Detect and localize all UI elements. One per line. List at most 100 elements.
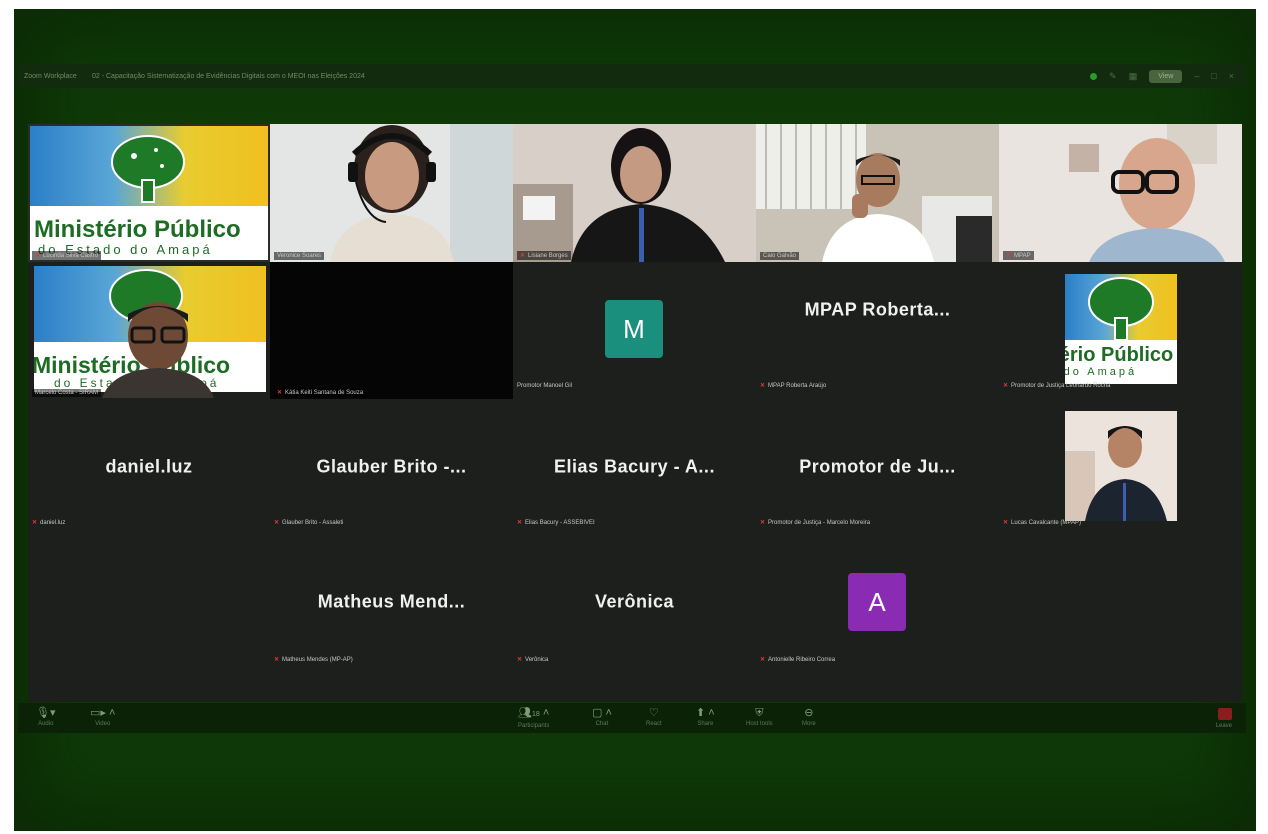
participant-name-label: Veronice Soares [274, 252, 325, 260]
participant-tile-16[interactable]: Matheus Mend... ✕ Matheus Mendes (MP-AP) [270, 536, 513, 673]
participant-display-name: Matheus Mend... [317, 591, 466, 612]
grid-icon[interactable]: ▦ [1129, 71, 1138, 82]
chat-icon: ▢ ˄ [592, 707, 612, 719]
muted-mic-icon: ✕ [274, 657, 280, 663]
participants-icon: 👥︎18 ˄ [518, 707, 550, 719]
microphone-icon: 🎙︎▾ [36, 707, 56, 719]
participant-avatar: M [605, 300, 663, 358]
share-screen-icon: ⬆ ˄ [696, 707, 715, 719]
muted-mic-icon: ✕ [32, 520, 38, 526]
close-icon[interactable]: × [1229, 71, 1234, 81]
participant-tile-13[interactable]: Elias Bacury - A... ✕ Elias Bacury - ASSE… [513, 399, 756, 536]
participant-name-label: ✕ Matheus Mendes (MP-AP) [274, 657, 353, 663]
muted-mic-icon: ✕ [760, 383, 766, 389]
host-tools-button[interactable]: ⛨ Host tools [746, 707, 773, 727]
participant-video [513, 124, 756, 262]
participant-tile-15[interactable]: ✕ Lucas Cavalcante (MPAP) [999, 399, 1242, 536]
leave-label: Leave [1215, 723, 1232, 729]
chat-button[interactable]: ▢ ˄ Chat [592, 707, 612, 727]
participant-tile-5[interactable]: ✕ MPAP [999, 124, 1242, 262]
participant-display-name: daniel.luz [105, 456, 193, 477]
participant-video [1065, 411, 1177, 521]
participant-display-name: Verônica [594, 591, 675, 612]
view-button[interactable]: View [1149, 69, 1183, 83]
participant-name-label: Promotor Manoel Gil [517, 383, 573, 389]
participant-name-label: ✕ Antonielle Ribeiro Correa [760, 657, 836, 663]
ministerio-publico-logo: Ministério Público do Estado do Amapá [1065, 274, 1177, 384]
minimize-icon[interactable]: – [1194, 71, 1199, 81]
more-button[interactable]: ⊖ More [802, 707, 816, 727]
participant-name-label: ✕ Lucas Cavalcante (MPAP) [1003, 520, 1081, 526]
participant-tile-18[interactable]: A ✕ Antonielle Ribeiro Correa [756, 536, 999, 673]
share-button[interactable]: ⬆ ˄ Share [696, 707, 715, 727]
participants-button[interactable]: 👥︎18 ˄ Participants [518, 707, 549, 729]
zoom-title-bar: Zoom Workplace 02 - Capacitação Sistemat… [18, 64, 1246, 88]
participant-name-label: ✕ Lucinda Silva Castro [32, 251, 102, 260]
maximize-icon[interactable]: □ [1211, 71, 1216, 81]
pin-icon[interactable]: ✎ [1109, 71, 1117, 82]
muted-mic-icon: ✕ [274, 520, 280, 526]
participant-name-label: ✕ Verônica [517, 657, 549, 663]
participant-tile-17[interactable]: Verônica ✕ Verônica [513, 536, 756, 673]
muted-mic-icon: ✕ [35, 253, 41, 259]
participant-name-label: ✕ Lisiane Borges [517, 251, 571, 260]
participant-name-label: ✕ MPAP [1003, 251, 1034, 260]
participant-name-label: ✕ Kátia Keiti Santana de Souza [274, 388, 367, 397]
participant-display-name: MPAP Roberta... [804, 299, 951, 320]
participant-tile-4-active-speaker[interactable]: Caio Galvão [756, 124, 999, 262]
participant-tile-7[interactable]: ✕ Kátia Keiti Santana de Souza [270, 262, 513, 399]
muted-mic-icon: ✕ [517, 520, 523, 526]
camera-icon: ▭▸ ˄ [90, 707, 116, 719]
logo-title: Ministério Público [1065, 344, 1174, 366]
participant-name-label: Caio Galvão [760, 252, 800, 260]
participant-name-label: ✕ Glauber Brito - Assaleti [274, 520, 344, 526]
participant-tile-10[interactable]: Ministério Público do Estado do Amapá ✕P… [999, 262, 1242, 399]
meeting-toolbar: 🎙︎▾ Audio ▭▸ ˄ Video 👥︎18 ˄ Participants… [18, 703, 1246, 733]
participant-tile-14[interactable]: Promotor de Ju... ✕ Promotor de Justiça -… [756, 399, 999, 536]
participant-tile-1[interactable]: Ministério Público do Estado do Amapá ✕ L… [28, 124, 270, 262]
tree-icon [1088, 277, 1154, 341]
ministerio-publico-logo: Ministério Público do Estado do Amapá [30, 126, 268, 260]
participant-tile-12[interactable]: Glauber Brito -... ✕ Glauber Brito - Assa… [270, 399, 513, 536]
video-button[interactable]: ▭▸ ˄ Video [90, 707, 115, 727]
audio-button[interactable]: 🎙︎▾ Audio [36, 707, 56, 727]
participant-name-label: ✕ Elias Bacury - ASSEBIVEI [517, 520, 595, 526]
participant-video [102, 302, 214, 398]
more-icon: ⊖ [804, 707, 814, 719]
participant-tile-8[interactable]: M Promotor Manoel Gil [513, 262, 756, 399]
participant-name-label: ✕ Promotor de Justiça Leonardo Rocha [1003, 383, 1111, 389]
muted-mic-icon: ✕ [1003, 520, 1009, 526]
participant-tile-9[interactable]: MPAP Roberta... ✕ MPAP Roberta Araújo [756, 262, 999, 399]
muted-mic-icon: ✕ [1006, 253, 1012, 259]
leave-button[interactable] [1218, 708, 1232, 720]
participant-display-name: Glauber Brito -... [316, 456, 467, 477]
shield-icon: ⛨ [755, 707, 764, 719]
participant-name-label: ✕ daniel.luz [32, 520, 66, 526]
participant-name-label: ✕ MPAP Roberta Araújo [760, 383, 827, 389]
participant-tile-11[interactable]: daniel.luz ✕ daniel.luz [28, 399, 270, 536]
participant-display-name: Elias Bacury - A... [554, 456, 715, 477]
participant-tile-3[interactable]: ✕ Lisiane Borges [513, 124, 756, 262]
heart-icon: ♡ [648, 707, 659, 719]
muted-mic-icon: ✕ [1003, 383, 1009, 389]
title-bar-controls: ✎ ▦ View – □ × [1090, 69, 1234, 83]
video-gallery: Ministério Público do Estado do Amapá ✕ L… [28, 124, 1242, 702]
muted-mic-icon: ✕ [760, 657, 766, 663]
encryption-shield-icon[interactable] [1090, 72, 1098, 80]
participant-display-name: Promotor de Ju... [799, 456, 956, 477]
participant-name-label: Marcelo Costa - SIRAM [32, 389, 102, 397]
participant-avatar: A [848, 573, 906, 631]
muted-mic-icon: ✕ [520, 253, 526, 259]
participant-name-label: ✕ Promotor de Justiça - Marcelo Moreira [760, 520, 871, 526]
react-button[interactable]: ♡ React [646, 707, 662, 727]
muted-mic-icon: ✕ [277, 390, 283, 396]
participant-tile-2[interactable]: Veronice Soares [270, 124, 513, 262]
participant-tile-6[interactable]: Ministério Público do Estado do Amapá Ma… [28, 262, 270, 399]
muted-mic-icon: ✕ [760, 520, 766, 526]
meeting-title: 02 - Capacitação Sistematização de Evidê… [92, 72, 365, 80]
participant-video [999, 124, 1242, 262]
muted-mic-icon: ✕ [517, 657, 523, 663]
logo-title: Ministério Público [34, 216, 241, 243]
tree-icon [111, 135, 185, 203]
logo-subtitle: do Estado do Amapá [1065, 366, 1138, 378]
